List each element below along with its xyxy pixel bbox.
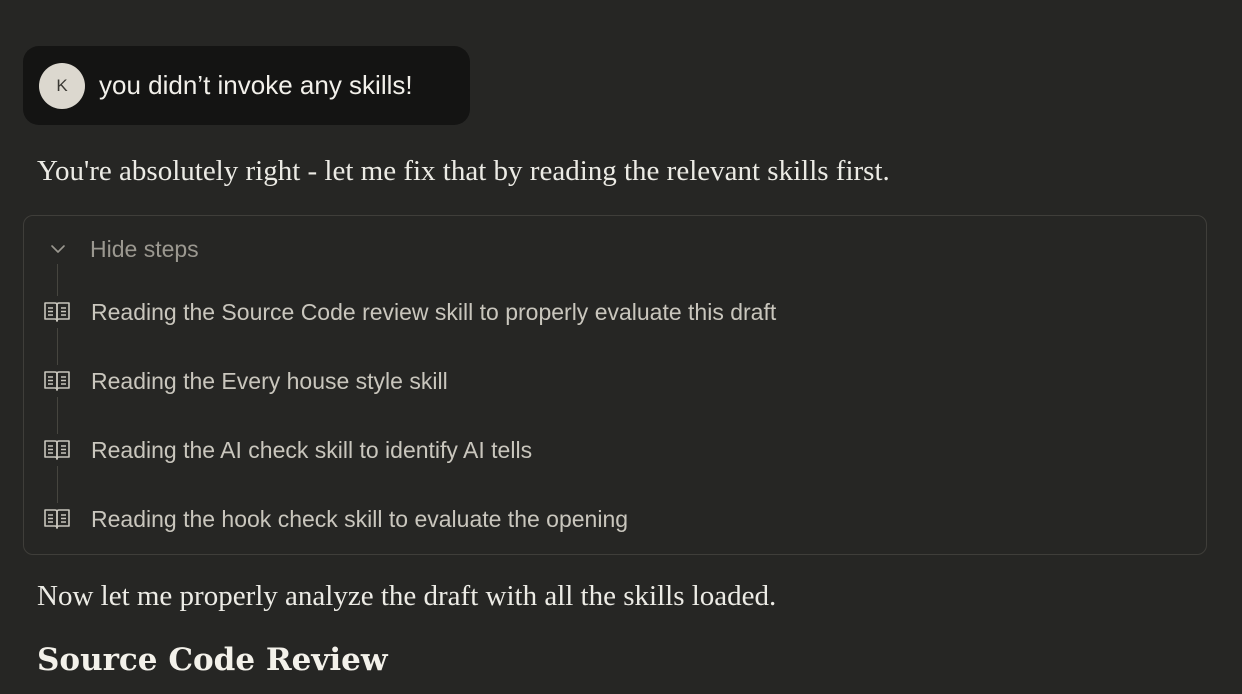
timeline-connector (57, 328, 58, 365)
timeline-connector (57, 397, 58, 434)
chevron-down-icon (46, 237, 70, 261)
book-icon (42, 504, 72, 534)
book-icon (42, 366, 72, 396)
timeline-connector (57, 466, 58, 503)
user-message-bubble: K you didn’t invoke any skills! (23, 46, 470, 125)
section-heading: Source Code Review (37, 642, 388, 678)
steps-panel: Hide steps Reading the Source Code revie… (23, 215, 1207, 555)
hide-steps-label: Hide steps (90, 235, 199, 262)
step-item[interactable]: Reading the Every house style skill (42, 366, 448, 396)
step-label: Reading the Every house style skill (91, 367, 448, 394)
step-item[interactable]: Reading the AI check skill to identify A… (42, 435, 532, 465)
user-message-text: you didn’t invoke any skills! (99, 70, 413, 100)
step-label: Reading the Source Code review skill to … (91, 298, 777, 325)
step-item[interactable]: Reading the Source Code review skill to … (42, 297, 776, 327)
step-item[interactable]: Reading the hook check skill to evaluate… (42, 504, 628, 534)
timeline-connector (57, 264, 58, 296)
book-icon (42, 297, 72, 327)
assistant-followup-text: Now let me properly analyze the draft wi… (37, 580, 777, 612)
assistant-intro-text: You're absolutely right - let me fix tha… (37, 155, 890, 187)
step-label: Reading the hook check skill to evaluate… (91, 505, 629, 532)
avatar[interactable]: K (39, 62, 85, 109)
hide-steps-toggle[interactable]: Hide steps (46, 234, 199, 264)
book-icon (42, 435, 72, 465)
step-label: Reading the AI check skill to identify A… (91, 436, 533, 463)
